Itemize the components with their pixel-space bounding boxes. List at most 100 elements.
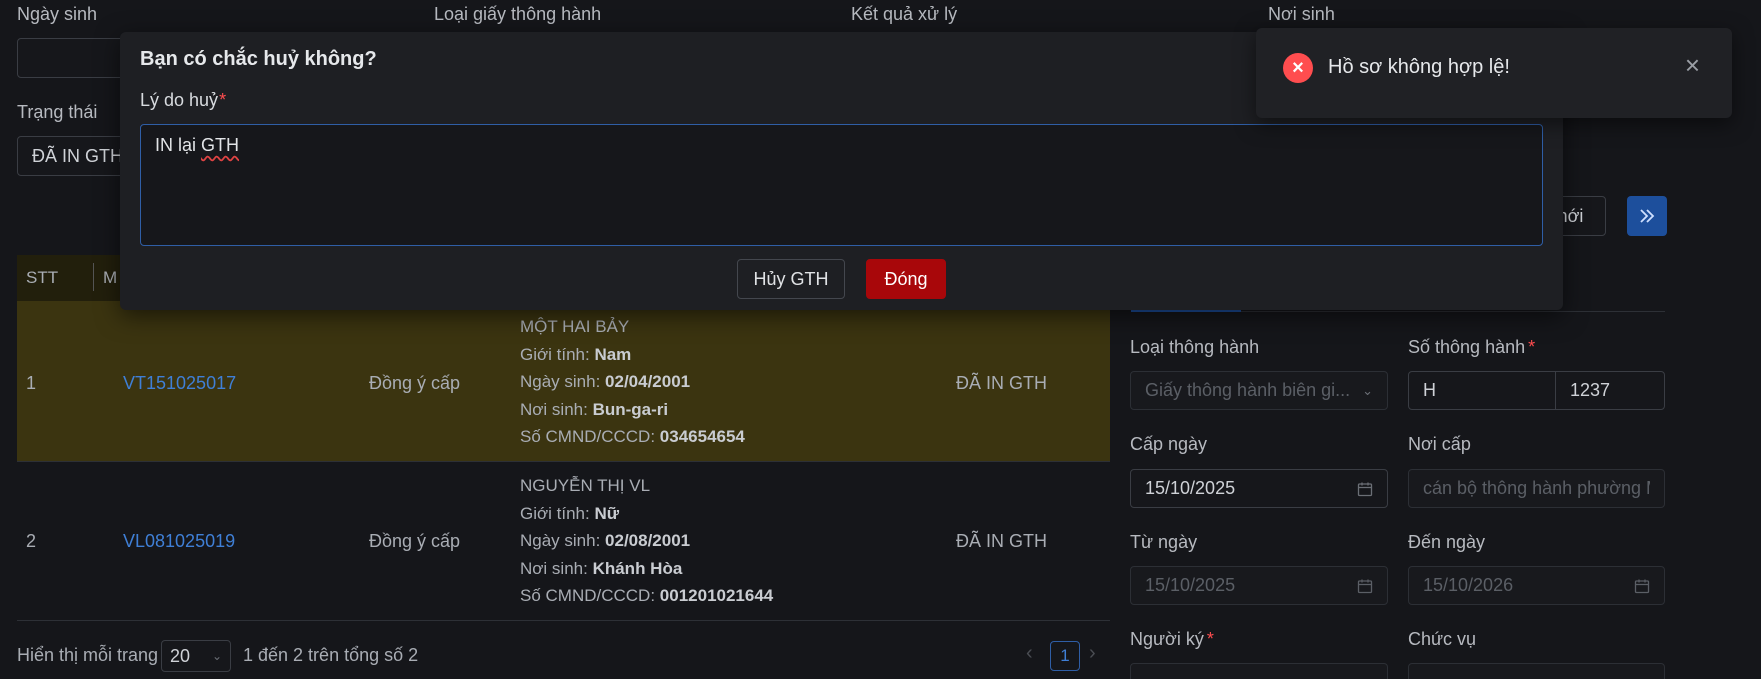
filter-label-noi-sinh: Nơi sinh (1268, 4, 1335, 24)
calendar-icon (1357, 482, 1373, 496)
pob-value: Khánh Hòa (592, 558, 683, 578)
reason-textarea[interactable]: IN lại GTH (140, 124, 1543, 246)
modal-title: Bạn có chắc huỷ không? (140, 48, 377, 70)
person-dob: Ngày sinh: 02/08/2001 (520, 527, 773, 555)
loai-thong-hanh-value: Giấy thông hành biên gi... (1145, 380, 1351, 400)
gender-label: Giới tính: (520, 344, 595, 364)
cancel-gth-button[interactable]: Hủy GTH (737, 259, 845, 299)
filter-label-loai-giay: Loại giấy thông hành (434, 4, 602, 24)
filter-select-trang-thai-value: ĐÃ IN GTH (32, 145, 124, 166)
reason-text-prefix: IN lại (155, 135, 202, 155)
row-result: Đồng ý cấp (369, 531, 461, 551)
nguoi-ky-select[interactable] (1130, 663, 1388, 679)
expand-panel-button[interactable] (1627, 196, 1667, 236)
so-number-value: 1237 (1570, 380, 1611, 400)
tu-ngay-datepicker[interactable]: 15/10/2025 (1130, 566, 1388, 605)
error-icon: × (1283, 53, 1313, 83)
person-pob: Nơi sinh: Khánh Hòa (520, 555, 773, 583)
id-label: Số CMND/CCCD: (520, 586, 660, 605)
close-icon[interactable]: × (1685, 52, 1700, 78)
form-label-den-ngay: Đến ngày (1408, 532, 1486, 552)
reason-text-spell: GTH (201, 135, 240, 155)
page-number-current[interactable]: 1 (1050, 641, 1080, 671)
reason-label-text: Lý do huỷ (140, 90, 219, 110)
per-page-select[interactable]: 20 ⌄ (161, 640, 231, 672)
noi-cap-placeholder: cán bộ thông hành phường M (1423, 478, 1650, 498)
person-name: MỘT HAI BẢY (520, 317, 630, 336)
gender-value: Nữ (594, 503, 620, 523)
form-label-loai-thong-hanh: Loại thông hành (1130, 337, 1260, 357)
row-divider (17, 620, 1110, 621)
chevron-down-icon: ⌄ (1362, 382, 1373, 398)
form-label-noi-cap: Nơi cấp (1408, 434, 1471, 454)
row-person-info: MỘT HAI BẢY Giới tính: Nam Ngày sinh: 02… (520, 313, 745, 451)
pagination-summary: 1 đến 2 trên tổng số 2 (243, 645, 419, 665)
row-person-info: NGUYỄN THỊ VL Giới tính: Nữ Ngày sinh: 0… (520, 472, 773, 610)
col-header-stt: STT (26, 268, 59, 287)
row-code-link[interactable]: VT151025017 (123, 373, 236, 394)
cap-ngay-datepicker[interactable]: 15/10/2025 (1130, 469, 1388, 508)
row-stt: 1 (26, 373, 37, 393)
person-name: NGUYỄN THỊ VL (520, 476, 651, 495)
id-label: Số CMND/CCCD: (520, 427, 660, 446)
calendar-icon (1357, 579, 1373, 593)
row-result: Đồng ý cấp (369, 373, 461, 393)
chevron-down-icon: ⌄ (211, 649, 222, 663)
close-button[interactable]: Đóng (866, 259, 946, 299)
row-code-link[interactable]: VL081025019 (123, 531, 235, 552)
per-page-value: 20 (170, 645, 191, 666)
reason-label: Lý do huỷ* (140, 90, 226, 111)
form-label-cap-ngay: Cấp ngày (1130, 434, 1208, 454)
loai-thong-hanh-select[interactable]: Giấy thông hành biên gi... ⌄ (1130, 371, 1388, 410)
so-prefix-input[interactable]: H (1408, 371, 1556, 410)
pob-label: Nơi sinh: (520, 399, 593, 419)
required-asterisk: * (1528, 337, 1536, 357)
so-thong-hanh-text: Số thông hành (1408, 337, 1526, 357)
row-stt: 2 (26, 531, 37, 551)
required-asterisk: * (1206, 629, 1214, 649)
noi-cap-input[interactable]: cán bộ thông hành phường M (1408, 469, 1665, 508)
calendar-icon (1634, 579, 1650, 593)
id-value: 001201021644 (659, 586, 774, 605)
den-ngay-value: 15/10/2026 (1423, 575, 1514, 595)
cap-ngay-value: 15/10/2025 (1145, 478, 1236, 498)
pob-value: Bun-ga-ri (592, 399, 669, 419)
person-gender: Giới tính: Nữ (520, 500, 773, 528)
dob-label: Ngày sinh: (520, 531, 606, 550)
form-label-chuc-vu: Chức vụ (1408, 629, 1477, 649)
so-prefix-value: H (1423, 380, 1436, 400)
col-divider (93, 263, 94, 291)
form-label-nguoi-ky: Người ký * (1130, 629, 1214, 650)
dob-value: 02/08/2001 (605, 531, 691, 550)
form-label-tu-ngay: Từ ngày (1130, 532, 1198, 552)
required-asterisk: * (219, 90, 227, 110)
den-ngay-datepicker[interactable]: 15/10/2026 (1408, 566, 1665, 605)
person-dob: Ngày sinh: 02/04/2001 (520, 368, 745, 396)
gender-label: Giới tính: (520, 503, 595, 523)
row-status: ĐÃ IN GTH (956, 531, 1048, 551)
per-page-label: Hiển thị mỗi trang (17, 645, 159, 665)
pob-label: Nơi sinh: (520, 558, 593, 578)
gender-value: Nam (594, 344, 632, 364)
nguoi-ky-text: Người ký (1130, 629, 1204, 649)
dob-value: 02/04/2001 (605, 372, 691, 391)
so-number-input[interactable]: 1237 (1555, 371, 1665, 410)
col-header-ma: M (103, 268, 118, 287)
tu-ngay-value: 15/10/2025 (1145, 575, 1236, 595)
chuc-vu-input[interactable] (1408, 663, 1665, 679)
id-value: 034654654 (659, 427, 745, 446)
dob-label: Ngày sinh: (520, 372, 606, 391)
row-status: ĐÃ IN GTH (956, 373, 1048, 393)
chevron-right-icon[interactable]: › (1089, 642, 1096, 665)
chevron-left-icon[interactable]: ‹ (1026, 642, 1033, 665)
person-gender: Giới tính: Nam (520, 341, 745, 369)
toast-message: Hồ sơ không hợp lệ! (1328, 56, 1510, 78)
filter-label-ket-qua: Kết quả xử lý (851, 4, 958, 24)
filter-label-trang-thai: Trạng thái (17, 102, 98, 122)
double-chevron-right-icon (1640, 209, 1655, 223)
form-label-so-thong-hanh: Số thông hành * (1408, 337, 1535, 358)
person-id: Số CMND/CCCD: 034654654 (520, 423, 745, 451)
filter-label-ngay-sinh: Ngày sinh (17, 4, 98, 24)
person-pob: Nơi sinh: Bun-ga-ri (520, 396, 745, 424)
person-id: Số CMND/CCCD: 001201021644 (520, 582, 773, 610)
